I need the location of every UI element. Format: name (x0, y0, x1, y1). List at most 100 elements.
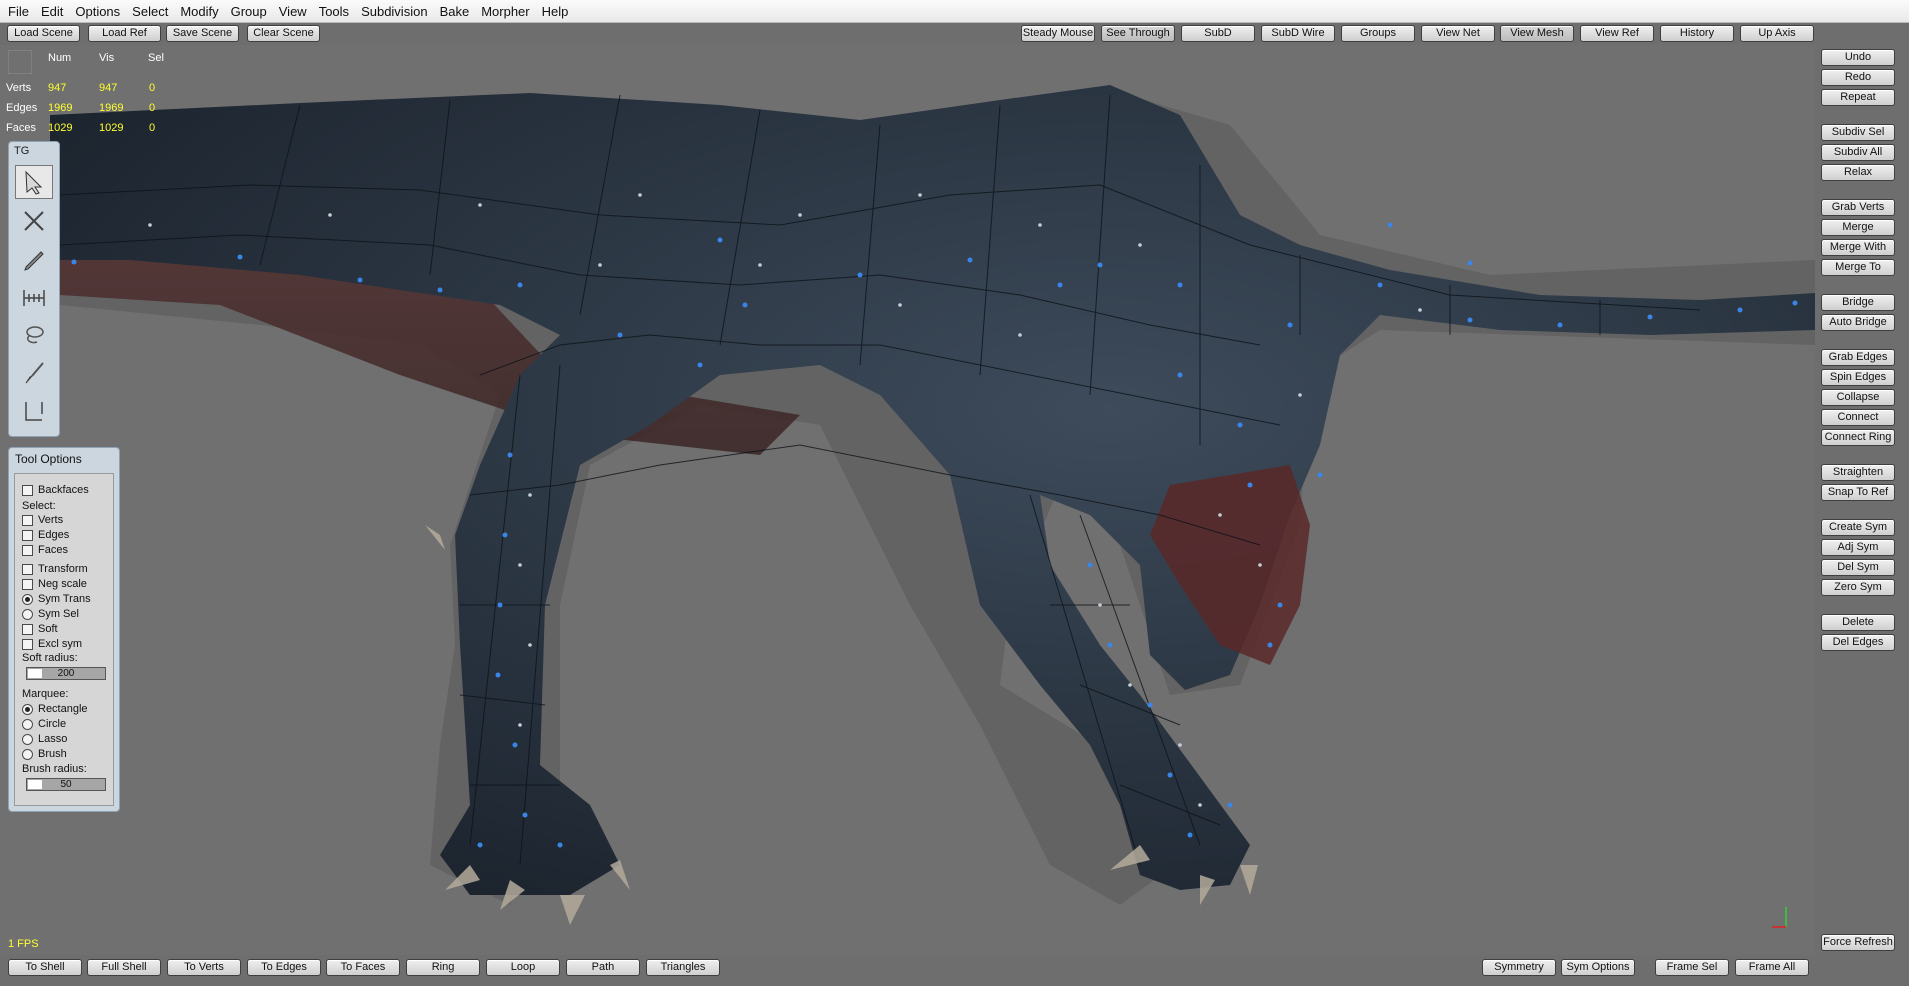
menu-edit[interactable]: Edit (35, 0, 69, 23)
create-sym-button[interactable]: Create Sym (1821, 519, 1895, 536)
subd-button[interactable]: SubD (1181, 25, 1255, 42)
spin-edges-button[interactable]: Spin Edges (1821, 369, 1895, 386)
brush-radius-slider[interactable]: 50 (26, 778, 106, 791)
menu-select[interactable]: Select (126, 0, 174, 23)
force-refresh-button[interactable]: Force Refresh (1821, 934, 1895, 951)
merge-button[interactable]: Merge (1821, 219, 1895, 236)
history-button[interactable]: History (1660, 25, 1734, 42)
menu-subdivision[interactable]: Subdivision (355, 0, 434, 23)
redo-button[interactable]: Redo (1821, 69, 1895, 86)
to-shell-button[interactable]: To Shell (8, 959, 82, 976)
symmetry-button[interactable]: Symmetry (1482, 959, 1556, 976)
delete-button[interactable]: Delete (1821, 614, 1895, 631)
frame-all-button[interactable]: Frame All (1735, 959, 1809, 976)
path-button[interactable]: Path (566, 959, 640, 976)
sym-sel-radio[interactable]: Sym Sel (22, 608, 79, 620)
view-cube-icon[interactable] (8, 50, 32, 74)
load-scene-button[interactable]: Load Scene (7, 25, 80, 42)
grab-verts-button[interactable]: Grab Verts (1821, 199, 1895, 216)
bridge-button[interactable]: Bridge (1821, 294, 1895, 311)
view-mesh-button[interactable]: View Mesh (1500, 25, 1574, 42)
load-ref-button[interactable]: Load Ref (88, 25, 161, 42)
full-shell-button[interactable]: Full Shell (87, 959, 161, 976)
to-verts-button[interactable]: To Verts (167, 959, 241, 976)
subdiv-sel-button[interactable]: Subdiv Sel (1821, 124, 1895, 141)
save-scene-button[interactable]: Save Scene (166, 25, 239, 42)
up-axis-button[interactable]: Up Axis (1740, 25, 1814, 42)
soft-radius-slider[interactable]: 200 (26, 667, 106, 680)
backfaces-checkbox[interactable]: Backfaces (22, 484, 89, 496)
menu-options[interactable]: Options (69, 0, 126, 23)
menu-modify[interactable]: Modify (174, 0, 224, 23)
del-edges-button[interactable]: Del Edges (1821, 634, 1895, 651)
view-ref-button[interactable]: View Ref (1580, 25, 1654, 42)
menu-tools[interactable]: Tools (313, 0, 355, 23)
triangles-button[interactable]: Triangles (646, 959, 720, 976)
auto-bridge-button[interactable]: Auto Bridge (1821, 314, 1895, 331)
view-net-button[interactable]: View Net (1421, 25, 1495, 42)
grab-edges-button[interactable]: Grab Edges (1821, 349, 1895, 366)
bracket-tool[interactable] (15, 394, 53, 428)
soft-checkbox[interactable]: Soft (22, 623, 58, 635)
connect-button[interactable]: Connect (1821, 409, 1895, 426)
excl-sym-checkbox[interactable]: Excl sym (22, 638, 82, 650)
see-through-button[interactable]: See Through (1101, 25, 1175, 42)
groups-button[interactable]: Groups (1341, 25, 1415, 42)
relax-button[interactable]: Relax (1821, 164, 1895, 181)
marquee-circle-radio[interactable]: Circle (22, 718, 66, 730)
to-faces-button[interactable]: To Faces (326, 959, 400, 976)
transform-checkbox[interactable]: Transform (22, 563, 88, 575)
marquee-rectangle-radio[interactable]: Rectangle (22, 703, 88, 715)
menu-morpher[interactable]: Morpher (475, 0, 535, 23)
sym-options-button[interactable]: Sym Options (1561, 959, 1635, 976)
ring-button[interactable]: Ring (406, 959, 480, 976)
tweak-cross-tool[interactable] (15, 204, 53, 238)
sym-trans-radio[interactable]: Sym Trans (22, 593, 91, 605)
frame-sel-button[interactable]: Frame Sel (1655, 959, 1729, 976)
straighten-button[interactable]: Straighten (1821, 464, 1895, 481)
arrow-select-tool[interactable] (15, 165, 53, 199)
marquee-label: Marquee: (22, 688, 69, 700)
lasso-tool[interactable] (15, 318, 53, 352)
slider-knob[interactable] (28, 669, 42, 678)
lasso-tool-icon (26, 326, 44, 344)
menu-view[interactable]: View (273, 0, 313, 23)
menu-file[interactable]: File (2, 0, 35, 23)
stats-verts-vis: 947 (99, 82, 118, 94)
slider-knob[interactable] (28, 780, 42, 789)
adj-sym-button[interactable]: Adj Sym (1821, 539, 1895, 556)
neg-scale-checkbox[interactable]: Neg scale (22, 578, 87, 590)
stats-verts-label: Verts (6, 82, 32, 94)
repeat-button[interactable]: Repeat (1821, 89, 1895, 106)
del-sym-button[interactable]: Del Sym (1821, 559, 1895, 576)
merge-with-button[interactable]: Merge With (1821, 239, 1895, 256)
transform-label: Transform (38, 563, 88, 575)
undo-button[interactable]: Undo (1821, 49, 1895, 66)
checkbox-box (22, 529, 33, 541)
connect-ring-button[interactable]: Connect Ring (1821, 429, 1895, 446)
brush-tool[interactable] (15, 356, 53, 390)
menu-bake[interactable]: Bake (434, 0, 476, 23)
zero-sym-button[interactable]: Zero Sym (1821, 579, 1895, 596)
clear-scene-button[interactable]: Clear Scene (247, 25, 320, 42)
marquee-lasso-radio[interactable]: Lasso (22, 733, 67, 745)
marquee-brush-radio[interactable]: Brush (22, 748, 67, 760)
steady-mouse-button[interactable]: Steady Mouse (1021, 25, 1095, 42)
3d-viewport[interactable] (0, 45, 1815, 955)
to-edges-button[interactable]: To Edges (247, 959, 321, 976)
snap-to-ref-button[interactable]: Snap To Ref (1821, 484, 1895, 501)
select-verts-checkbox[interactable]: Verts (22, 514, 63, 526)
select-edges-checkbox[interactable]: Edges (22, 529, 69, 541)
select-faces-checkbox[interactable]: Faces (22, 544, 68, 556)
sym-sel-label: Sym Sel (38, 608, 79, 620)
subdiv-all-button[interactable]: Subdiv All (1821, 144, 1895, 161)
pen-tool[interactable] (15, 242, 53, 276)
menu-group[interactable]: Group (225, 0, 273, 23)
subd-wire-button[interactable]: SubD Wire (1261, 25, 1335, 42)
merge-to-button[interactable]: Merge To (1821, 259, 1895, 276)
collapse-button[interactable]: Collapse (1821, 389, 1895, 406)
tool-options-title: Tool Options (15, 452, 82, 466)
loop-button[interactable]: Loop (486, 959, 560, 976)
ruler-tool[interactable] (15, 280, 53, 314)
menu-help[interactable]: Help (536, 0, 575, 23)
